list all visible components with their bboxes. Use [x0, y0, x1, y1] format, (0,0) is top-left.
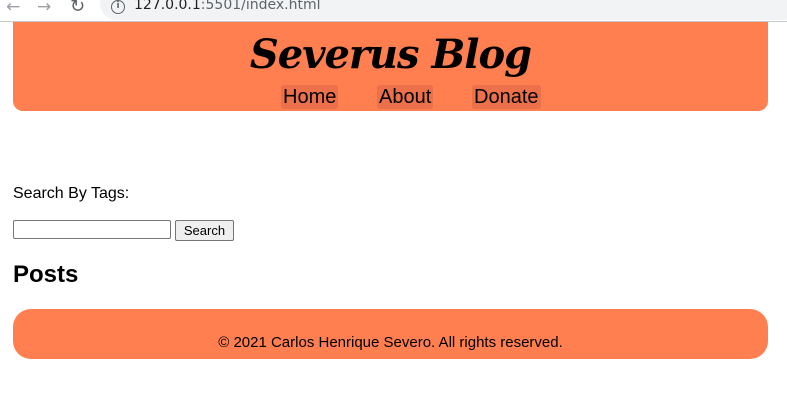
back-arrow-icon[interactable]: ←	[6, 0, 20, 16]
url-host: 127.0.0.1	[134, 0, 201, 13]
browser-toolbar: ← → ↻ i 127.0.0.1:5501/index.html	[0, 0, 787, 22]
nav-link-about[interactable]: About	[377, 85, 434, 109]
site-header: Severus Blog Home About Donate	[13, 22, 768, 111]
site-title: Severus Blog	[249, 31, 532, 78]
nav-link-home[interactable]: Home	[281, 85, 339, 109]
search-label: Search By Tags:	[13, 185, 130, 202]
site-info-icon[interactable]: i	[111, 0, 125, 14]
reload-icon[interactable]: ↻	[70, 0, 85, 16]
search-input[interactable]	[13, 220, 171, 239]
copyright-text: © 2021 Carlos Henrique Severo. All right…	[218, 334, 563, 351]
forward-arrow-icon[interactable]: →	[37, 0, 51, 16]
url-path: :5501/index.html	[200, 0, 321, 13]
site-footer: © 2021 Carlos Henrique Severo. All right…	[13, 309, 768, 359]
posts-heading: Posts	[13, 261, 79, 288]
nav-link-donate[interactable]: Donate	[472, 85, 541, 109]
search-button[interactable]: Search	[175, 220, 234, 241]
url-text[interactable]: 127.0.0.1:5501/index.html	[134, 0, 321, 13]
